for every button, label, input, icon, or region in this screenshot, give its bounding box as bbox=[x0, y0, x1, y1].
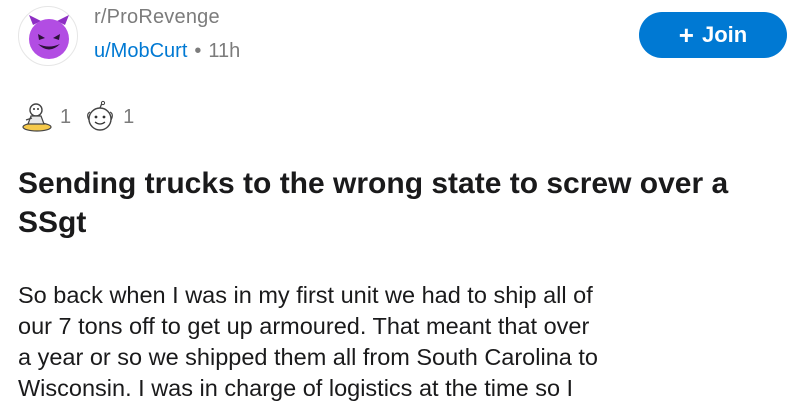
award-item[interactable]: 1 bbox=[20, 100, 71, 134]
wholesome-award-icon bbox=[87, 100, 113, 131]
post-header: r/ProRevenge u/MobCurt • 11h + Join bbox=[16, 0, 787, 80]
body-line: a year or so we shipped them all from So… bbox=[18, 344, 598, 370]
award-item[interactable]: 1 bbox=[83, 100, 134, 134]
author-username[interactable]: u/MobCurt bbox=[94, 40, 187, 63]
subreddit-avatar[interactable] bbox=[18, 6, 78, 66]
awards-row: 1 1 bbox=[20, 98, 146, 136]
award-count: 1 bbox=[60, 105, 72, 128]
plus-icon: + bbox=[678, 20, 694, 50]
body-line: Wisconsin. I was in charge of logistics … bbox=[18, 375, 574, 401]
post-title[interactable]: Sending trucks to the wrong state to scr… bbox=[18, 164, 778, 242]
meta-separator: • bbox=[194, 40, 202, 62]
award-count: 1 bbox=[123, 105, 135, 128]
silver-award-icon bbox=[22, 103, 52, 132]
post-age: 11h bbox=[208, 40, 241, 62]
post-body: So back when I was in my first unit we h… bbox=[18, 280, 788, 404]
devil-face-icon bbox=[29, 15, 69, 59]
join-label: Join bbox=[701, 22, 748, 47]
post-meta: u/MobCurt • 11h bbox=[94, 40, 240, 63]
join-button[interactable]: + Join bbox=[639, 12, 787, 58]
body-line: So back when I was in my first unit we h… bbox=[18, 282, 593, 308]
subreddit-name[interactable]: r/ProRevenge bbox=[94, 6, 220, 29]
body-line: our 7 tons off to get up armoured. That … bbox=[18, 313, 590, 339]
